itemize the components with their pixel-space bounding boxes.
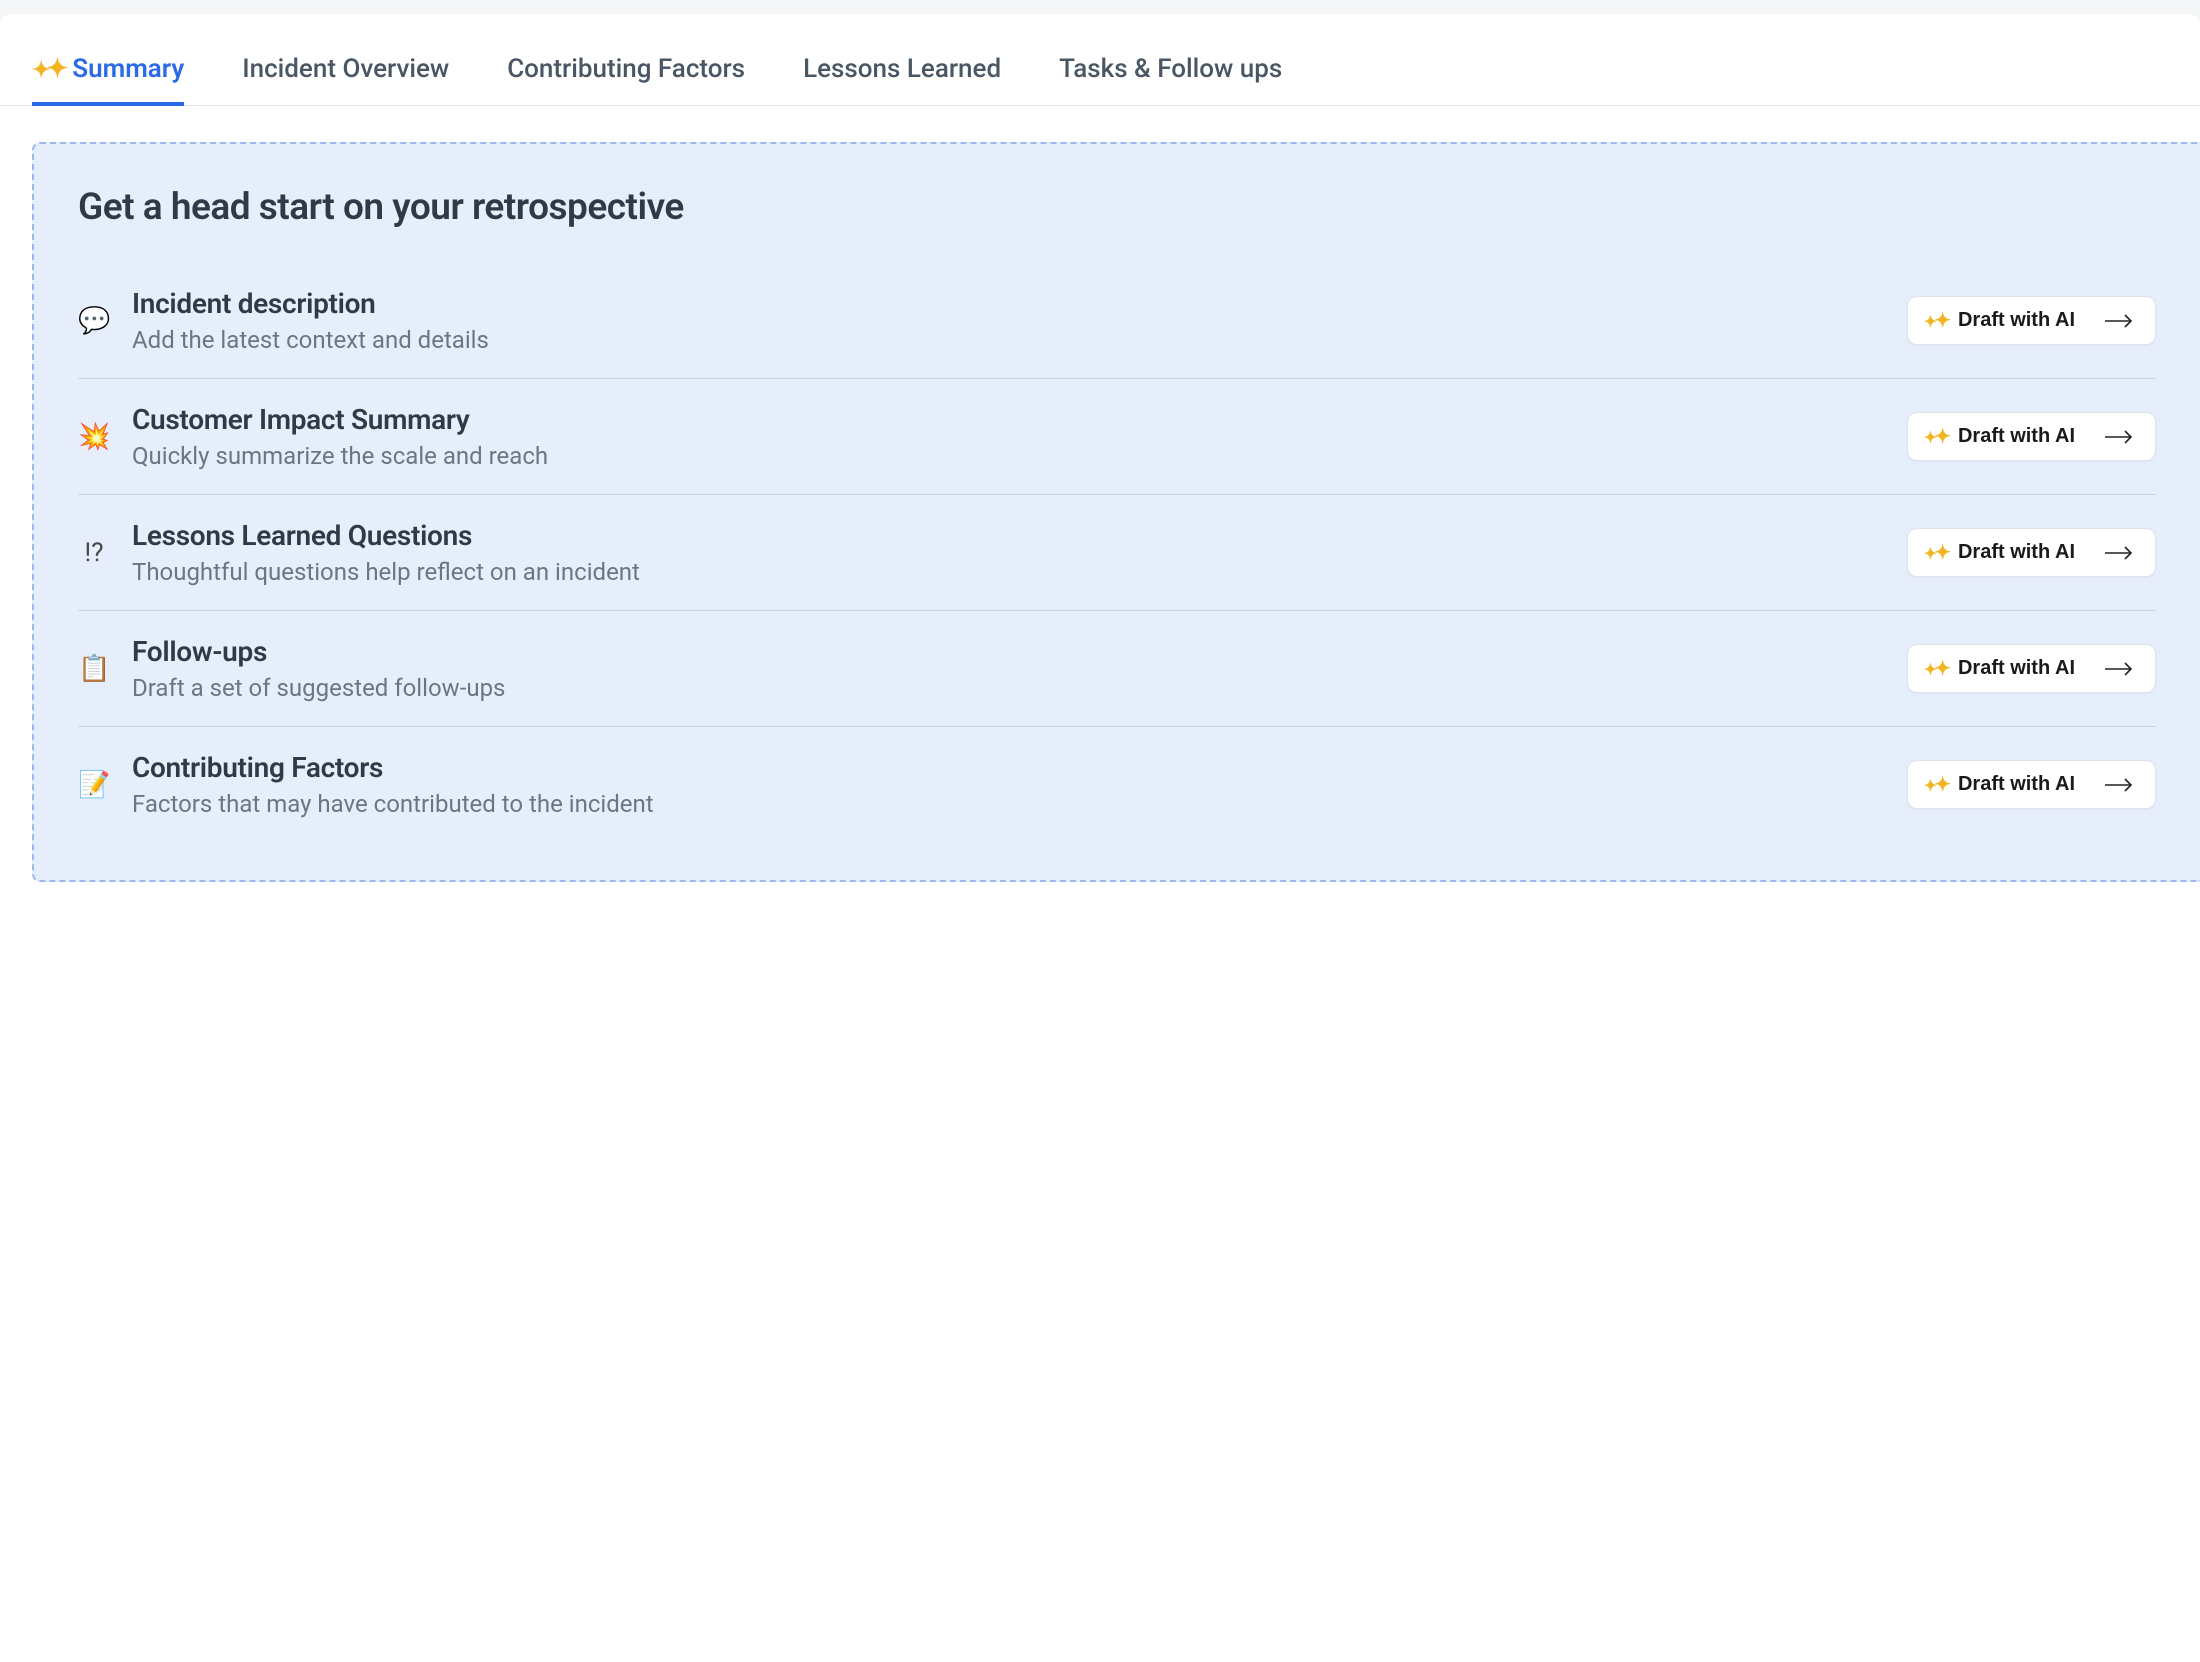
button-label: Draft with AI [1958,657,2075,680]
panel-title: Get a head start on your retrospective [78,186,2156,229]
clipboard-icon: 📋 [78,654,110,684]
collision-icon: 💥 [78,422,110,452]
button-label: Draft with AI [1958,773,2075,796]
draft-with-ai-button[interactable]: ✦✦ Draft with AI [1907,760,2156,809]
sparkle-icon: ✦✦ [1924,311,1948,331]
sparkle-icon: ✦✦ [1924,775,1948,795]
retrospective-panel: Get a head start on your retrospective 💬… [32,142,2200,882]
panel-row: 💥 Customer Impact Summary Quickly summar… [78,379,2156,495]
arrow-right-icon [2105,546,2135,560]
panel-row: 📝 Contributing Factors Factors that may … [78,727,2156,842]
speech-bubble-icon: 💬 [78,306,110,336]
tab-incident-overview[interactable]: Incident Overview [242,46,449,106]
row-title: Customer Impact Summary [132,403,1885,436]
tab-tasks-followups[interactable]: Tasks & Follow ups [1059,46,1282,106]
sparkle-icon: ✦✦ [1924,659,1948,679]
row-title: Follow-ups [132,635,1885,668]
draft-with-ai-button[interactable]: ✦✦ Draft with AI [1907,412,2156,461]
draft-with-ai-button[interactable]: ✦✦ Draft with AI [1907,296,2156,345]
panel-row: 💬 Incident description Add the latest co… [78,263,2156,379]
tab-label: Summary [72,54,184,84]
row-title: Incident description [132,287,1885,320]
row-text: Follow-ups Draft a set of suggested foll… [132,635,1885,702]
draft-with-ai-button[interactable]: ✦✦ Draft with AI [1907,644,2156,693]
row-subtitle: Thoughtful questions help reflect on an … [132,558,1885,586]
tab-label: Contributing Factors [507,54,745,84]
sparkle-icon: ✦✦ [32,56,64,82]
row-text: Incident description Add the latest cont… [132,287,1885,354]
tabs: ✦✦ Summary Incident Overview Contributin… [0,14,2200,106]
tab-summary[interactable]: ✦✦ Summary [32,46,184,106]
memo-icon: 📝 [78,770,110,800]
tab-contributing-factors[interactable]: Contributing Factors [507,46,745,106]
row-subtitle: Draft a set of suggested follow-ups [132,674,1885,702]
row-text: Contributing Factors Factors that may ha… [132,751,1885,818]
row-subtitle: Add the latest context and details [132,326,1885,354]
button-label: Draft with AI [1958,425,2075,448]
row-subtitle: Factors that may have contributed to the… [132,790,1885,818]
tab-label: Incident Overview [242,54,449,84]
arrow-right-icon [2105,778,2135,792]
sparkle-icon: ✦✦ [1924,427,1948,447]
draft-with-ai-button[interactable]: ✦✦ Draft with AI [1907,528,2156,577]
tab-lessons-learned[interactable]: Lessons Learned [803,46,1001,106]
button-label: Draft with AI [1958,309,2075,332]
panel-row: 📋 Follow-ups Draft a set of suggested fo… [78,611,2156,727]
button-label: Draft with AI [1958,541,2075,564]
row-text: Customer Impact Summary Quickly summariz… [132,403,1885,470]
arrow-right-icon [2105,662,2135,676]
content: Get a head start on your retrospective 💬… [0,106,2200,918]
tab-label: Lessons Learned [803,54,1001,84]
row-title: Lessons Learned Questions [132,519,1885,552]
arrow-right-icon [2105,430,2135,444]
page: ✦✦ Summary Incident Overview Contributin… [0,14,2200,1662]
arrow-right-icon [2105,314,2135,328]
row-text: Lessons Learned Questions Thoughtful que… [132,519,1885,586]
row-subtitle: Quickly summarize the scale and reach [132,442,1885,470]
tab-label: Tasks & Follow ups [1059,54,1282,84]
interrobang-icon: !? [78,538,110,568]
row-title: Contributing Factors [132,751,1885,784]
panel-row: !? Lessons Learned Questions Thoughtful … [78,495,2156,611]
sparkle-icon: ✦✦ [1924,543,1948,563]
